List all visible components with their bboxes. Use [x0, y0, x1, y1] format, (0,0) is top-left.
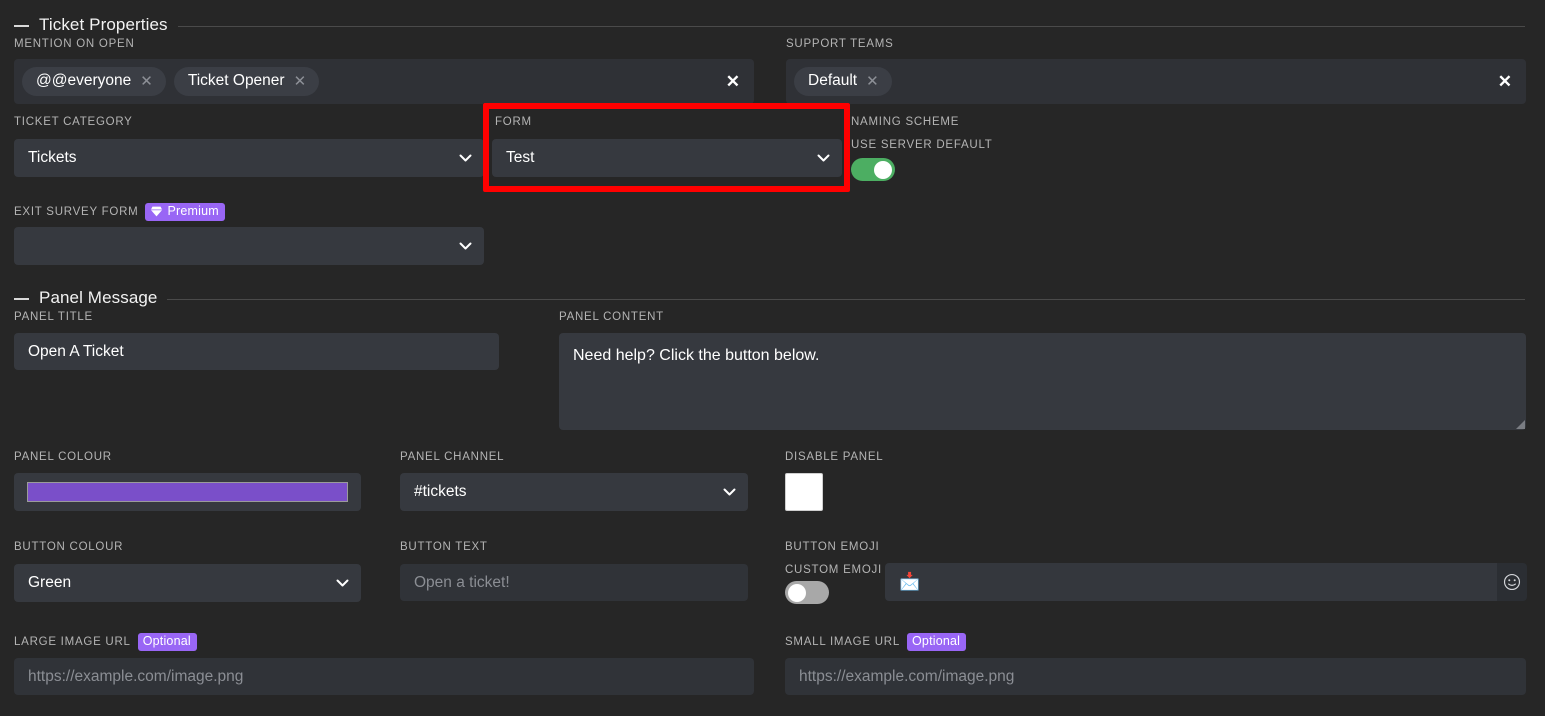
button-emoji-input[interactable]: 📩: [885, 563, 1497, 601]
divider: [178, 26, 1525, 27]
close-icon[interactable]: ✕: [294, 74, 307, 89]
toggle-knob: [874, 161, 892, 179]
custom-emoji-toggle[interactable]: [785, 581, 829, 604]
chevron-down-icon: [723, 488, 736, 496]
button-text-input[interactable]: [400, 564, 748, 601]
panel-channel-label: PANEL CHANNEL: [400, 451, 504, 463]
small-image-url-label: SMALL IMAGE URL Optional: [785, 633, 966, 651]
section-header-panel-message[interactable]: Panel Message: [14, 288, 1525, 308]
tag-ticket-opener[interactable]: Ticket Opener ✕: [174, 67, 319, 96]
use-server-default-label: USE SERVER DEFAULT: [851, 139, 993, 151]
panel-colour-label: PANEL COLOUR: [14, 451, 112, 463]
panel-channel-value: #tickets: [414, 483, 723, 501]
disable-panel-label: DISABLE PANEL: [785, 451, 883, 463]
support-teams-label: SUPPORT TEAMS: [786, 38, 894, 50]
mention-on-open-field[interactable]: @@everyone ✕ Ticket Opener ✕ ✕: [14, 59, 754, 104]
gem-icon: [150, 205, 163, 218]
section-title: Ticket Properties: [39, 15, 168, 35]
tag-everyone[interactable]: @@everyone ✕: [22, 67, 166, 96]
ticket-panel-settings-page: Ticket Properties MENTION ON OPEN @@ever…: [0, 0, 1545, 716]
mention-on-open-label: MENTION ON OPEN: [14, 38, 135, 50]
support-teams-field[interactable]: Default ✕ ✕: [786, 59, 1526, 104]
exit-survey-form-label: EXIT SURVEY FORM Premium: [14, 203, 225, 221]
naming-scheme-label: NAMING SCHEME: [851, 116, 959, 128]
chevron-down-icon: [817, 154, 830, 162]
optional-badge: Optional: [907, 633, 966, 651]
close-icon[interactable]: ✕: [866, 74, 879, 89]
toggle-knob: [788, 584, 806, 602]
close-icon[interactable]: ✕: [140, 74, 153, 89]
chevron-down-icon: [459, 154, 472, 162]
envelope-with-arrow-icon: 📩: [899, 572, 920, 592]
button-colour-label: BUTTON COLOUR: [14, 541, 123, 553]
close-icon[interactable]: ✕: [726, 73, 742, 90]
button-colour-select[interactable]: Green: [14, 564, 361, 602]
disable-panel-checkbox[interactable]: [785, 473, 823, 511]
form-select[interactable]: Test: [492, 139, 842, 177]
minus-icon[interactable]: [14, 298, 29, 300]
panel-title-input[interactable]: [14, 333, 499, 370]
panel-title-label: PANEL TITLE: [14, 311, 93, 323]
panel-colour-input[interactable]: [14, 473, 361, 511]
optional-badge: Optional: [138, 633, 197, 651]
small-image-url-input[interactable]: [785, 658, 1526, 695]
divider: [167, 299, 1525, 300]
close-icon[interactable]: ✕: [1498, 73, 1514, 90]
ticket-category-value: Tickets: [28, 149, 459, 167]
panel-content-textarea[interactable]: [559, 333, 1526, 430]
smiley-icon: [1503, 573, 1521, 591]
exit-survey-form-select[interactable]: [14, 227, 484, 265]
panel-content-label: PANEL CONTENT: [559, 311, 664, 323]
custom-emoji-label: CUSTOM EMOJI: [785, 564, 882, 576]
section-header-ticket-properties[interactable]: Ticket Properties: [14, 15, 1525, 35]
emoji-picker-button[interactable]: [1497, 563, 1527, 601]
button-text-label: BUTTON TEXT: [400, 541, 488, 553]
premium-badge-label: Premium: [167, 205, 218, 218]
tag-label: Ticket Opener: [188, 72, 285, 90]
large-image-url-label: LARGE IMAGE URL Optional: [14, 633, 197, 651]
form-value: Test: [506, 149, 817, 167]
chevron-down-icon: [459, 242, 472, 250]
optional-badge-label: Optional: [143, 635, 191, 648]
tag-default[interactable]: Default ✕: [794, 67, 892, 96]
panel-colour-swatch: [27, 482, 348, 502]
ticket-category-label: TICKET CATEGORY: [14, 116, 133, 128]
chevron-down-icon: [336, 579, 349, 587]
premium-badge: Premium: [145, 203, 224, 221]
use-server-default-toggle[interactable]: [851, 158, 895, 181]
button-emoji-label: BUTTON EMOJI: [785, 541, 879, 553]
tag-label: Default: [808, 72, 857, 90]
optional-badge-label: Optional: [912, 635, 960, 648]
minus-icon[interactable]: [14, 25, 29, 27]
large-image-url-input[interactable]: [14, 658, 754, 695]
tag-label: @@everyone: [36, 72, 131, 90]
form-label: FORM: [495, 116, 532, 128]
section-title: Panel Message: [39, 288, 157, 308]
button-colour-value: Green: [28, 574, 336, 592]
ticket-category-select[interactable]: Tickets: [14, 139, 484, 177]
panel-channel-select[interactable]: #tickets: [400, 473, 748, 511]
